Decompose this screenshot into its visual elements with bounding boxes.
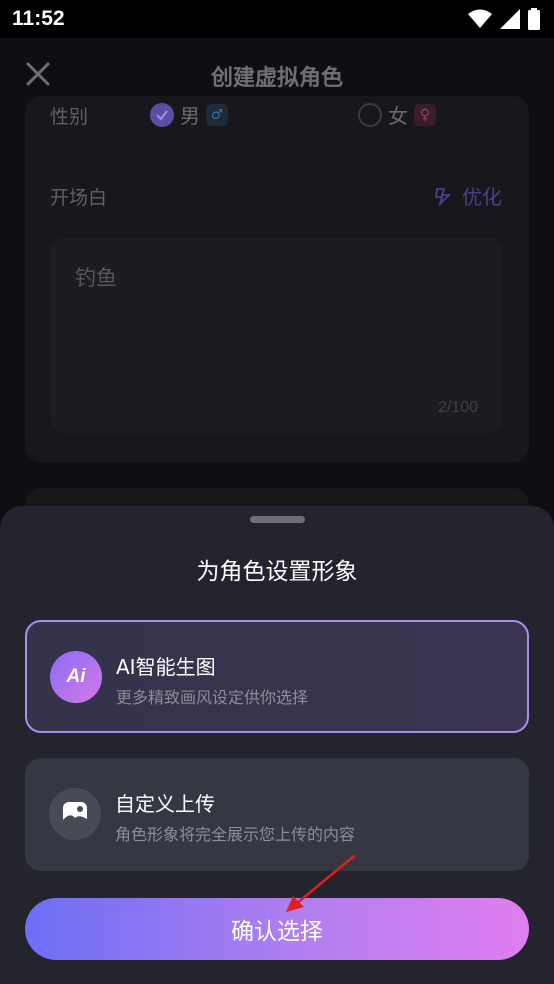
radio-checked-icon — [150, 102, 174, 127]
ai-icon: Ai — [50, 651, 102, 703]
wifi-icon — [468, 9, 492, 28]
image-icon — [49, 788, 101, 840]
signal-icon — [500, 9, 520, 29]
gender-row: 性别 男 ♂ 女 ♀ — [50, 100, 510, 130]
gender-option-male[interactable]: 男 ♂ — [150, 100, 228, 129]
option-ai-generate[interactable]: Ai AI智能生图 更多精致画风设定供你选择 — [25, 620, 529, 733]
option-custom-name: 自定义上传 — [115, 792, 215, 816]
sheet-title: 为角色设置形象 — [196, 559, 358, 585]
status-time: 11:52 — [12, 7, 65, 30]
status-icons — [468, 8, 540, 30]
drag-handle[interactable] — [250, 516, 305, 523]
optimize-button[interactable]: 优化 — [434, 181, 502, 210]
gender-label: 性别 — [50, 106, 89, 128]
gender-option-female[interactable]: 女 ♀ — [358, 100, 436, 129]
option-ai-name: AI智能生图 — [116, 655, 216, 679]
option-custom-upload[interactable]: 自定义上传 角色形象将完全展示您上传的内容 — [25, 758, 529, 871]
status-bar: 11:52 — [0, 0, 554, 38]
male-symbol-icon: ♂ — [206, 103, 228, 126]
female-symbol-icon: ♀ — [414, 103, 436, 126]
confirm-button[interactable]: 确认选择 — [25, 898, 529, 960]
gender-female-label: 女 — [388, 104, 408, 128]
page-title: 创建虚拟角色 — [210, 66, 343, 91]
opening-text-area[interactable]: 钓鱼 2/100 — [51, 238, 503, 433]
option-custom-desc: 角色形象将完全展示您上传的内容 — [115, 825, 356, 844]
magic-wand-icon — [434, 187, 452, 206]
opening-text-value: 钓鱼 — [75, 266, 117, 290]
bottom-sheet: 为角色设置形象 Ai AI智能生图 更多精致画风设定供你选择 自定义上传 角色形… — [0, 506, 554, 984]
radio-empty-icon — [358, 102, 382, 127]
option-ai-desc: 更多精致画风设定供你选择 — [116, 688, 309, 707]
optimize-label: 优化 — [462, 185, 502, 209]
opening-label: 开场白 — [50, 187, 108, 209]
opening-char-count: 2/100 — [437, 399, 478, 416]
battery-icon — [528, 8, 540, 30]
gender-male-label: 男 — [180, 104, 200, 128]
